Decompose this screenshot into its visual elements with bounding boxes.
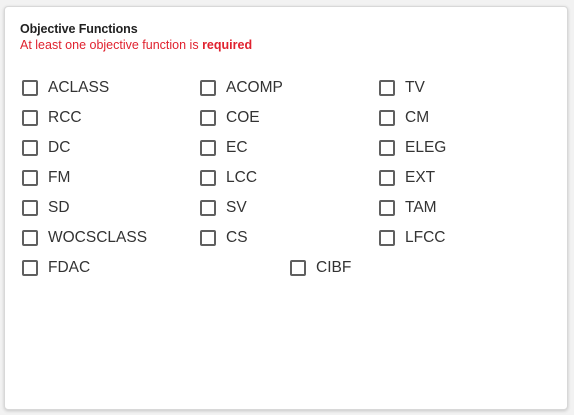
checkbox-rcc[interactable]: RCC (22, 108, 82, 128)
required-notice-emphasis: required (202, 38, 253, 52)
checkbox-label: COE (226, 109, 260, 126)
checkbox-acomp[interactable]: ACOMP (200, 78, 283, 98)
checkbox-label: DC (48, 139, 71, 156)
checkbox-label: CIBF (316, 259, 352, 276)
checkbox-label: LCC (226, 169, 258, 186)
checkbox-box[interactable] (22, 110, 38, 126)
required-notice-text: At least one objective function is (20, 38, 203, 52)
checkbox-label: FDAC (48, 259, 91, 276)
checkbox-label: TV (405, 79, 425, 96)
checkbox-box[interactable] (22, 170, 38, 186)
checkbox-box[interactable] (200, 200, 216, 216)
checkbox-lcc[interactable]: LCC (200, 168, 257, 188)
checkbox-box[interactable] (379, 170, 395, 186)
checkbox-label: SD (48, 199, 70, 216)
checkbox-box[interactable] (200, 170, 216, 186)
checkbox-box[interactable] (22, 230, 38, 246)
checkbox-label: FM (48, 169, 71, 186)
checkbox-box[interactable] (200, 110, 216, 126)
checkbox-box[interactable] (22, 200, 38, 216)
checkbox-label: SV (226, 199, 247, 216)
checkbox-box[interactable] (379, 80, 395, 96)
checkbox-sv[interactable]: SV (200, 198, 247, 218)
checkbox-aclass[interactable]: ACLASS (22, 78, 109, 98)
checkbox-lfcc[interactable]: LFCC (379, 228, 445, 248)
checkbox-cm[interactable]: CM (379, 108, 429, 128)
checkbox-label: TAM (405, 199, 437, 216)
checkbox-box[interactable] (379, 230, 395, 246)
checkbox-sd[interactable]: SD (22, 198, 70, 218)
checkbox-box[interactable] (22, 140, 38, 156)
checkbox-wocsclass[interactable]: WOCSCLASS (22, 228, 147, 248)
checkbox-label: ACLASS (48, 79, 110, 96)
section-title: Objective Functions (20, 22, 138, 36)
checkbox-tv[interactable]: TV (379, 78, 425, 98)
checkbox-cibf[interactable]: CIBF (290, 258, 351, 278)
checkbox-box[interactable] (379, 140, 395, 156)
checkbox-dc[interactable]: DC (22, 138, 70, 158)
checkbox-label: CM (405, 109, 430, 126)
checkbox-box[interactable] (200, 80, 216, 96)
checkbox-box[interactable] (22, 260, 38, 276)
checkbox-fdac[interactable]: FDAC (22, 258, 90, 278)
checkbox-label: ELEG (405, 139, 447, 156)
checkbox-label: EC (226, 139, 248, 156)
checkbox-fm[interactable]: FM (22, 168, 70, 188)
checkbox-ext[interactable]: EXT (379, 168, 435, 188)
checkbox-tam[interactable]: TAM (379, 198, 437, 218)
checkbox-cs[interactable]: CS (200, 228, 248, 248)
checkbox-coe[interactable]: COE (200, 108, 260, 128)
checkbox-box[interactable] (379, 110, 395, 126)
checkbox-label: EXT (405, 169, 436, 186)
required-notice: At least one objective function is requi… (20, 38, 252, 52)
checkbox-label: ACOMP (226, 79, 283, 96)
checkbox-label: CS (226, 229, 248, 246)
checkbox-eleg[interactable]: ELEG (379, 138, 446, 158)
objective-functions-card: Objective Functions At least one objecti… (4, 6, 568, 410)
checkbox-box[interactable] (22, 80, 38, 96)
checkbox-box[interactable] (200, 230, 216, 246)
checkbox-ec[interactable]: EC (200, 138, 248, 158)
checkbox-box[interactable] (379, 200, 395, 216)
checkbox-box[interactable] (290, 260, 306, 276)
checkbox-box[interactable] (200, 140, 216, 156)
checkbox-label: RCC (48, 109, 82, 126)
checkbox-label: WOCSCLASS (48, 229, 148, 246)
checkbox-label: LFCC (405, 229, 446, 246)
